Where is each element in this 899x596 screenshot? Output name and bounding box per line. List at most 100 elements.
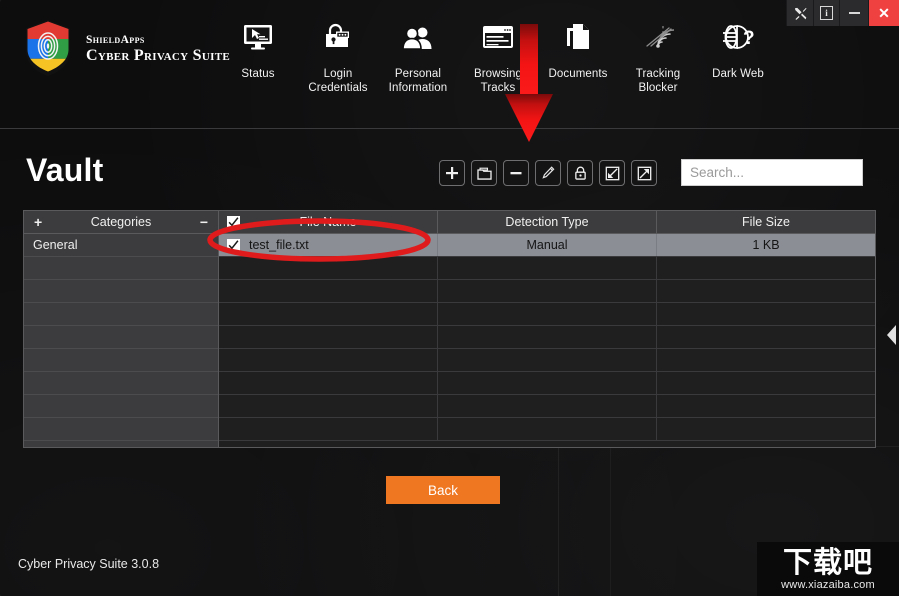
plus-icon — [446, 167, 458, 179]
folder-icon — [476, 167, 492, 180]
add-category-button[interactable]: + — [34, 215, 42, 229]
nav-item-documents[interactable]: Documents — [538, 14, 618, 96]
nav-label-tracking-blocker: Tracking Blocker — [636, 67, 680, 96]
category-row-empty — [24, 280, 218, 303]
side-panel-handle[interactable] — [885, 316, 899, 354]
select-all-checkbox[interactable] — [227, 215, 240, 229]
table-row-empty — [219, 349, 875, 372]
column-header-detection-type[interactable]: Detection Type — [438, 211, 657, 233]
add-folder-button[interactable] — [471, 160, 497, 186]
svg-text:?: ? — [743, 28, 755, 49]
table-row-empty — [219, 395, 875, 418]
nav-label-tracking: Tracking — [635, 68, 681, 80]
brand-logo-area: ShieldApps Cyber Privacy Suite — [22, 18, 230, 78]
nav-label-login-credentials: Login Credentials — [308, 67, 367, 96]
search-box[interactable] — [681, 159, 863, 186]
category-row-empty — [24, 326, 218, 349]
back-button[interactable]: Back — [386, 476, 500, 504]
search-input[interactable] — [682, 160, 862, 185]
minus-icon — [510, 172, 522, 175]
category-row-empty — [24, 395, 218, 418]
category-row-empty — [24, 303, 218, 326]
nav-item-browsing-tracks[interactable]: Browsing Tracks — [458, 14, 538, 96]
table-row-empty — [219, 280, 875, 303]
page-title: Vault — [26, 152, 104, 188]
table-row-empty — [219, 418, 875, 441]
minimize-icon — [848, 12, 860, 14]
minimize-button[interactable] — [839, 0, 868, 26]
categories-header-label: Categories — [90, 215, 152, 229]
column-header-file-name[interactable]: File Name — [219, 211, 438, 233]
remove-button[interactable] — [503, 160, 529, 186]
close-button[interactable]: ✕ — [868, 0, 899, 26]
nav-item-personal-information[interactable]: Personal Information — [378, 14, 458, 96]
check-icon — [228, 216, 239, 226]
lock-button[interactable] — [567, 160, 593, 186]
app-window: ShieldApps Cyber Privacy Suite Status Lo… — [0, 0, 899, 596]
nav-label-dark-web: Dark Web — [712, 68, 764, 80]
remove-category-button[interactable]: − — [200, 215, 208, 229]
watermark-url: www.xiazaiba.com — [781, 578, 875, 591]
shield-fingerprint-logo-icon — [26, 20, 70, 76]
tracking-signal-icon — [642, 14, 674, 60]
nav-label-tracks: Tracks — [480, 82, 516, 95]
arrow-out-of-box-icon — [637, 166, 651, 180]
table-row-empty — [219, 257, 875, 280]
nav-label-login: Login — [323, 68, 353, 80]
export-button[interactable] — [631, 160, 657, 186]
monitor-icon — [243, 14, 273, 60]
category-row-empty — [24, 418, 218, 441]
categories-pane: + Categories − General — [24, 211, 219, 447]
nav-label-status: Status — [241, 68, 275, 80]
tools-button[interactable] — [786, 0, 813, 26]
nav-label-blocker: Blocker — [638, 82, 678, 95]
info-button[interactable]: i — [813, 0, 839, 26]
chevron-left-icon — [887, 325, 896, 345]
vault-grid: + Categories − General File Name Detecti… — [23, 210, 876, 448]
vault-toolbar — [439, 160, 657, 186]
import-button[interactable] — [599, 160, 625, 186]
version-label: Cyber Privacy Suite 3.0.8 — [18, 557, 160, 571]
nav-label-documents: Documents — [548, 68, 608, 80]
cell-file-name: test_file.txt — [219, 234, 438, 256]
nav-label-personal-information: Personal Information — [389, 67, 448, 96]
info-icon: i — [820, 6, 833, 20]
check-icon — [228, 239, 239, 249]
categories-header: + Categories − — [24, 211, 218, 234]
cell-file-size: 1 KB — [752, 238, 780, 252]
category-row-empty — [24, 257, 218, 280]
row-checkbox[interactable] — [227, 238, 240, 252]
brand-line-2: Cyber Privacy Suite — [86, 46, 230, 64]
nav-item-tracking-blocker[interactable]: Tracking Blocker — [618, 14, 698, 96]
file-table: File Name Detection Type File Size test_… — [219, 211, 875, 447]
globe-question-icon: ? — [720, 14, 756, 60]
table-row-empty — [219, 303, 875, 326]
column-header-file-size[interactable]: File Size — [657, 211, 875, 233]
nav-label-personal: Personal — [394, 68, 442, 80]
documents-icon — [564, 14, 592, 60]
app-header: ShieldApps Cyber Privacy Suite Status Lo… — [0, 0, 899, 128]
browser-window-icon — [483, 14, 513, 60]
pencil-icon — [542, 166, 555, 179]
table-row-empty — [219, 326, 875, 349]
category-item-general[interactable]: General — [24, 234, 218, 257]
table-row[interactable]: test_file.txt Manual 1 KB — [219, 234, 875, 257]
nav-label-information: Information — [388, 82, 448, 95]
close-icon: ✕ — [878, 5, 890, 21]
category-row-empty — [24, 349, 218, 372]
padlock-key-icon — [323, 14, 353, 60]
nav-item-dark-web[interactable]: ? Dark Web — [698, 14, 778, 96]
nav-item-status[interactable]: Status — [218, 14, 298, 96]
category-row-empty — [24, 372, 218, 395]
nav-label-browsing-tracks: Browsing Tracks — [474, 67, 522, 96]
edit-button[interactable] — [535, 160, 561, 186]
main-navigation: Status Login Credentials Personal Inform… — [218, 14, 778, 96]
arrow-into-box-icon — [605, 166, 619, 180]
file-name-label: test_file.txt — [249, 238, 309, 252]
add-file-button[interactable] — [439, 160, 465, 186]
lock-icon — [574, 166, 586, 180]
watermark-text: 下载吧 — [782, 544, 873, 579]
file-table-header: File Name Detection Type File Size — [219, 211, 875, 234]
nav-item-login-credentials[interactable]: Login Credentials — [298, 14, 378, 96]
nav-label-browsing: Browsing — [473, 68, 523, 80]
